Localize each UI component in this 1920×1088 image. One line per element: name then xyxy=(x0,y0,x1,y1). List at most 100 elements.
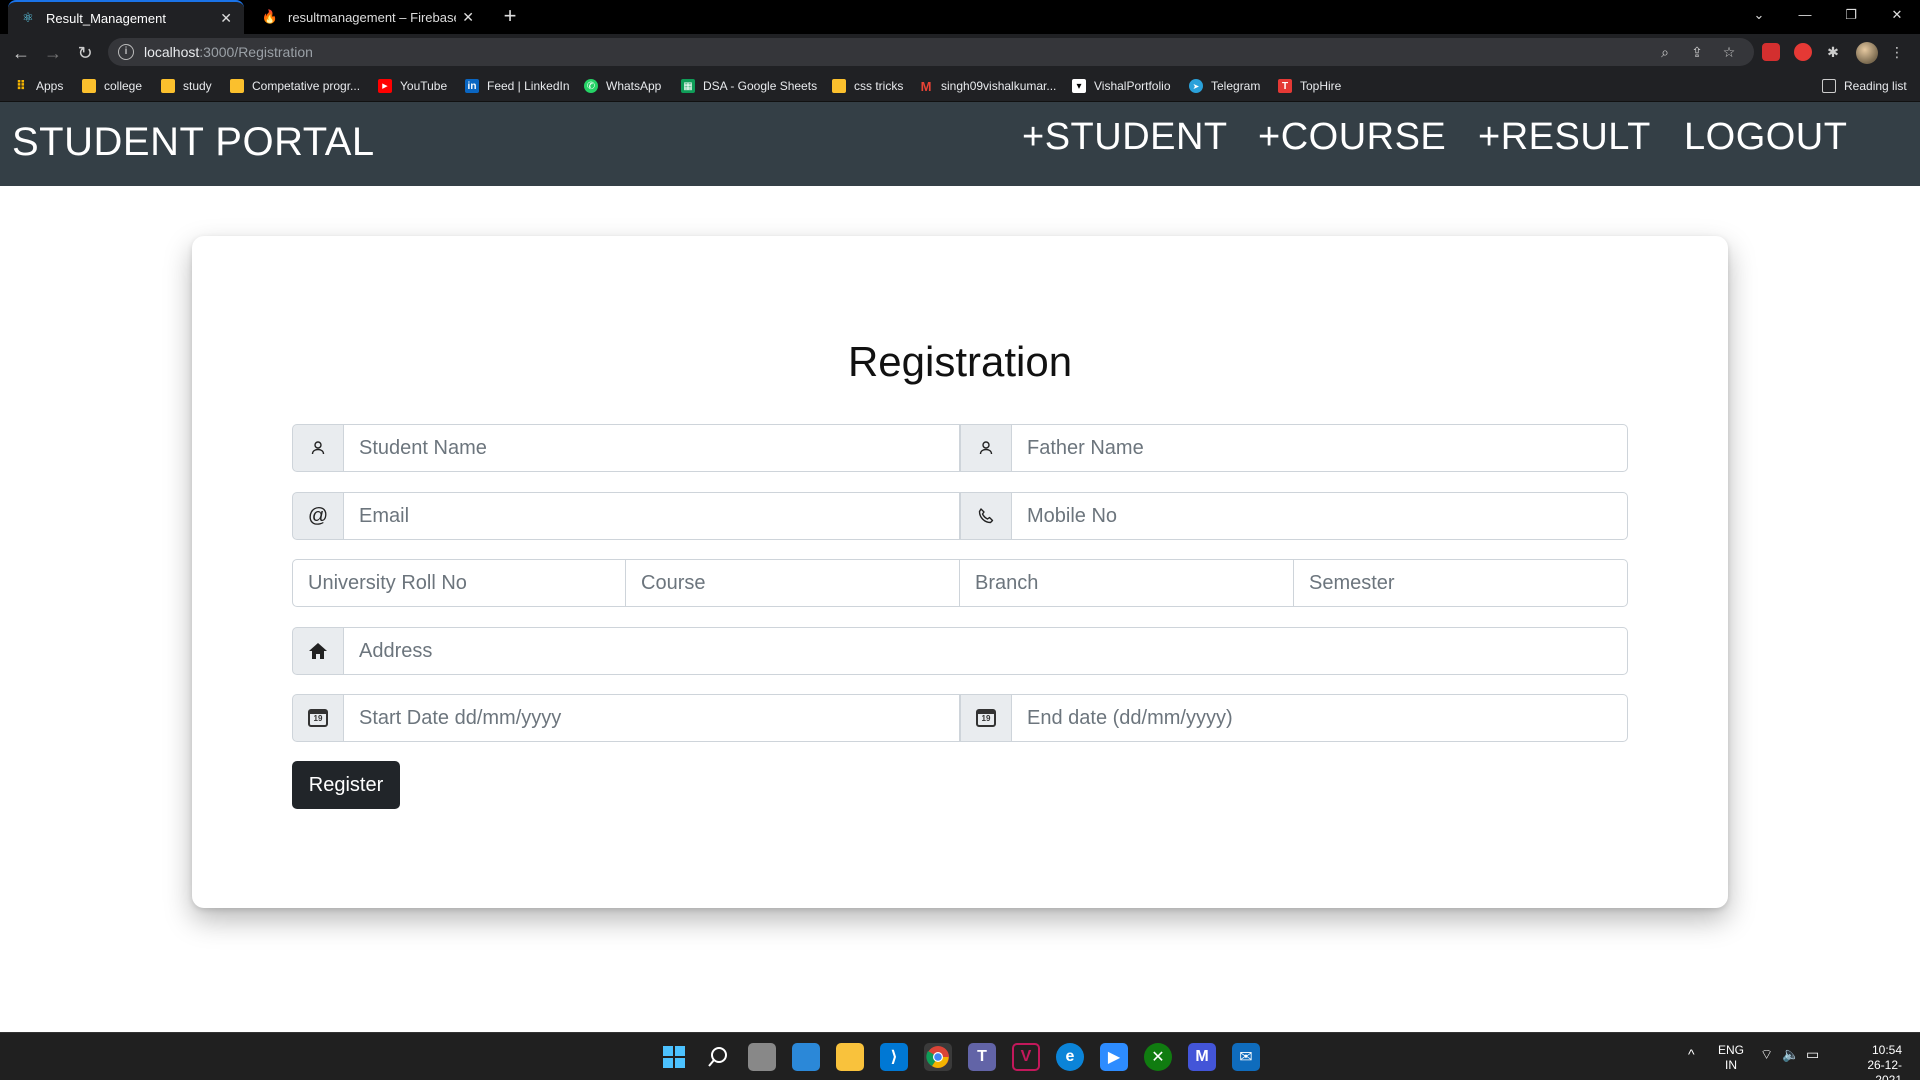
minimize-button[interactable]: — xyxy=(1782,0,1828,30)
linkedin-icon: in xyxy=(465,79,479,93)
name-row xyxy=(292,424,1628,472)
mobile-input[interactable] xyxy=(1012,492,1628,540)
home-icon xyxy=(292,627,344,675)
whatsapp-icon: ✆ xyxy=(584,79,598,93)
zoom-icon[interactable]: ⌕ xyxy=(1656,43,1674,61)
bookmark-label: Telegram xyxy=(1211,79,1261,93)
mail-icon[interactable]: ✉ xyxy=(1232,1043,1260,1071)
semester-input[interactable] xyxy=(1294,559,1628,607)
bookmark-telegram[interactable]: ➤ Telegram xyxy=(1189,77,1260,95)
tab-title: resultmanagement – Firebase co xyxy=(288,9,457,25)
windows-start-icon[interactable] xyxy=(660,1043,688,1071)
father-name-input[interactable] xyxy=(1012,424,1628,472)
student-name-input[interactable] xyxy=(344,424,960,472)
reload-icon[interactable]: ↻ xyxy=(74,42,96,64)
profile-avatar[interactable] xyxy=(1856,42,1878,64)
clock-date: 26-12-2021 xyxy=(1867,1058,1902,1087)
tab-search-icon[interactable]: ⌄ xyxy=(1736,0,1782,30)
powertoys-icon[interactable]: M xyxy=(1188,1043,1216,1071)
extension-icon[interactable] xyxy=(1762,43,1780,61)
tray-chevron-icon[interactable]: ^ xyxy=(1688,1047,1695,1062)
xbox-icon[interactable]: ✕ xyxy=(1144,1043,1172,1071)
folder-icon xyxy=(230,79,244,93)
reading-list[interactable]: Reading list xyxy=(1822,77,1907,95)
nav-add-student[interactable]: +STUDENT xyxy=(1022,116,1228,159)
register-button[interactable]: Register xyxy=(292,761,400,809)
close-tab-icon[interactable]: ✕ xyxy=(220,10,232,27)
start-date-input[interactable] xyxy=(344,694,960,742)
bookmark-label: VishalPortfolio xyxy=(1094,79,1171,93)
bookmark-label: singh09vishalkumar... xyxy=(941,79,1057,93)
new-tab-button[interactable]: + xyxy=(498,4,522,28)
bookmark-college[interactable]: college xyxy=(82,77,142,95)
bookmark-apps[interactable]: ⠿ Apps xyxy=(14,77,63,95)
mobile-group xyxy=(960,492,1628,540)
bookmark-whatsapp[interactable]: ✆ WhatsApp xyxy=(584,77,661,95)
nav-add-course[interactable]: +COURSE xyxy=(1258,116,1446,159)
close-tab-icon[interactable]: ✕ xyxy=(462,9,474,26)
bookmark-youtube[interactable]: ▶ YouTube xyxy=(378,77,447,95)
adblock-extension-icon[interactable] xyxy=(1794,43,1812,61)
volume-icon[interactable]: 🔈 xyxy=(1782,1047,1799,1062)
youtube-icon: ▶ xyxy=(378,79,392,93)
bookmark-study[interactable]: study xyxy=(161,77,212,95)
puzzle-extensions-icon[interactable]: ✱ xyxy=(1824,43,1842,61)
tab-firebase-console[interactable]: 🔥 resultmanagement – Firebase co ✕ xyxy=(250,0,486,34)
reading-list-icon xyxy=(1822,79,1836,93)
calendar-icon: 19 xyxy=(292,694,344,742)
bookmark-label: WhatsApp xyxy=(606,79,662,93)
address-group xyxy=(292,627,1628,675)
clock[interactable]: 10:54 26-12-2021 xyxy=(1842,1043,1902,1088)
restore-button[interactable]: ❐ xyxy=(1828,0,1874,30)
page: STUDENT PORTAL +STUDENT +COURSE +RESULT … xyxy=(0,102,1920,1032)
bookmark-tophire[interactable]: T TopHire xyxy=(1278,77,1341,95)
share-icon[interactable]: ⇪ xyxy=(1688,43,1706,61)
region-code: IN xyxy=(1725,1058,1737,1072)
course-input[interactable] xyxy=(626,559,960,607)
bookmark-label: Feed | LinkedIn xyxy=(487,79,570,93)
apps-grid-icon: ⠿ xyxy=(15,78,27,93)
bookmark-competative[interactable]: Competative progr... xyxy=(230,77,360,95)
nav-logout[interactable]: LOGOUT xyxy=(1684,116,1847,159)
file-explorer-icon[interactable] xyxy=(836,1043,864,1071)
end-date-input[interactable] xyxy=(1012,694,1628,742)
site-info-icon[interactable]: i xyxy=(118,44,134,60)
bookmark-portfolio[interactable]: ▾ VishalPortfolio xyxy=(1072,77,1171,95)
task-view-icon[interactable] xyxy=(748,1043,776,1071)
bookmark-star-icon[interactable]: ☆ xyxy=(1720,43,1738,61)
dates-row: 19 19 xyxy=(292,694,1628,742)
battery-icon[interactable]: ▭ xyxy=(1806,1047,1819,1062)
lang-code: ENG xyxy=(1718,1043,1745,1057)
widgets-icon[interactable] xyxy=(792,1043,820,1071)
folder-icon xyxy=(82,79,96,93)
search-icon[interactable] xyxy=(704,1043,732,1071)
zoom-icon[interactable]: ▶ xyxy=(1100,1043,1128,1071)
wifi-icon[interactable]: ⌔ xyxy=(1760,1047,1773,1062)
bookmark-label: DSA - Google Sheets xyxy=(703,79,818,93)
address-bar[interactable]: i localhost:3000/Registration xyxy=(108,38,1754,66)
bookmark-gmail[interactable]: Msingh09vishalkumar... xyxy=(919,77,1057,95)
nav-add-result[interactable]: +RESULT xyxy=(1478,116,1651,159)
brand-title[interactable]: STUDENT PORTAL xyxy=(12,120,375,165)
tab-result-management[interactable]: ⚛ Result_Management ✕ xyxy=(8,0,244,34)
edge-icon[interactable]: e xyxy=(1056,1043,1084,1071)
language-indicator[interactable]: ENG IN xyxy=(1718,1043,1744,1073)
branch-input[interactable] xyxy=(960,559,1294,607)
bookmark-linkedin[interactable]: in Feed | LinkedIn xyxy=(465,77,570,95)
address-input[interactable] xyxy=(344,627,1628,675)
back-arrow-icon[interactable]: ← xyxy=(10,42,32,64)
forward-arrow-icon[interactable]: → xyxy=(42,42,64,64)
teams-icon[interactable]: T xyxy=(968,1043,996,1071)
app-v-icon[interactable]: V xyxy=(1012,1043,1040,1071)
vscode-icon[interactable]: ⟩ xyxy=(880,1043,908,1071)
address-row xyxy=(292,627,1628,675)
chrome-icon[interactable] xyxy=(924,1043,952,1071)
close-window-button[interactable]: ✕ xyxy=(1874,0,1920,30)
react-icon: ⚛ xyxy=(22,10,34,25)
menu-kebab-icon[interactable]: ⋮ xyxy=(1888,43,1906,61)
roll-no-input[interactable] xyxy=(292,559,626,607)
bookmark-dsa-sheets[interactable]: ▦ DSA - Google Sheets xyxy=(681,77,817,95)
email-input[interactable] xyxy=(344,492,960,540)
bookmark-css-tricks[interactable]: css tricks xyxy=(832,77,903,95)
bookmark-label: css tricks xyxy=(854,79,904,93)
